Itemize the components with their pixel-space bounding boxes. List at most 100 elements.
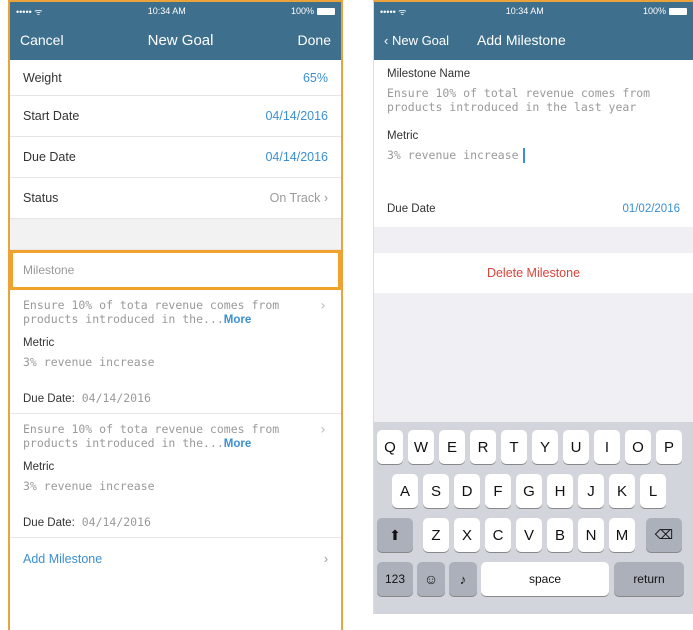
due-date-row[interactable]: Due Date 04/14/2016	[10, 137, 341, 178]
metric-label: Metric	[387, 130, 419, 142]
milestone-description: Ensure 10% of tota revenue comes from pr…	[23, 298, 283, 327]
backspace-key[interactable]: ⌫	[646, 518, 682, 552]
back-button[interactable]: ‹ New Goal	[384, 33, 449, 48]
numbers-key[interactable]: 123	[377, 562, 413, 596]
metric-field-text: 3% revenue increase	[387, 148, 519, 162]
milestone-card[interactable]: › Ensure 10% of tota revenue comes from …	[10, 290, 341, 414]
start-date-value: 04/14/2016	[265, 109, 328, 123]
done-button[interactable]: Done	[298, 32, 331, 48]
status-bar: ••••• ᯤ 10:34 AM 100%	[10, 2, 341, 20]
due-value: 04/14/2016	[81, 391, 151, 405]
milestone-card[interactable]: › Ensure 10% of tota revenue comes from …	[10, 414, 341, 538]
cancel-button[interactable]: Cancel	[20, 32, 64, 48]
weight-row[interactable]: Weight 65%	[10, 60, 341, 96]
key-p[interactable]: P	[656, 430, 682, 464]
due-date-row[interactable]: Due Date 01/02/2016	[387, 193, 680, 227]
due-label: Due Date:	[23, 393, 75, 405]
start-date-row[interactable]: Start Date 04/14/2016	[10, 96, 341, 137]
milestone-form: Milestone Name Ensure 10% of total reven…	[374, 60, 693, 227]
section-gap	[10, 219, 341, 250]
battery-icon	[316, 8, 335, 16]
text-cursor	[522, 148, 525, 163]
battery-text: 100%	[642, 6, 666, 16]
key-n[interactable]: N	[578, 518, 604, 552]
key-c[interactable]: C	[485, 518, 511, 552]
header: ••••• ᯤ 10:34 AM 100% ‹ New Goal Add Mil…	[374, 2, 693, 60]
add-milestone-row[interactable]: Add Milestone ›	[10, 538, 341, 579]
shift-key[interactable]: ⬆	[377, 518, 413, 552]
due-date-label: Due Date	[387, 203, 436, 215]
key-o[interactable]: O	[625, 430, 651, 464]
key-d[interactable]: D	[454, 474, 480, 508]
nav-bar: Cancel New Goal Done	[10, 20, 341, 60]
key-z[interactable]: Z	[423, 518, 449, 552]
key-f[interactable]: F	[485, 474, 511, 508]
metric-label: Metric	[23, 337, 55, 349]
key-e[interactable]: E	[439, 430, 465, 464]
key-r[interactable]: R	[470, 430, 496, 464]
key-s[interactable]: S	[423, 474, 449, 508]
status-time: 10:34 AM	[147, 6, 186, 16]
emoji-key[interactable]: ☺	[417, 562, 445, 596]
milestone-label: Milestone	[23, 263, 75, 277]
key-i[interactable]: I	[594, 430, 620, 464]
milestone-name-label: Milestone Name	[387, 68, 471, 80]
key-y[interactable]: Y	[532, 430, 558, 464]
backspace-icon: ⌫	[654, 527, 674, 542]
start-date-label: Start Date	[23, 109, 80, 123]
milestone-description: Ensure 10% of tota revenue comes from pr…	[23, 422, 283, 451]
key-a[interactable]: A	[392, 474, 418, 508]
metric-value: 3% revenue increase	[23, 355, 155, 369]
key-t[interactable]: T	[501, 430, 527, 464]
metric-label: Metric	[23, 461, 55, 473]
battery-indicator: 100%	[643, 6, 687, 16]
metric-field[interactable]: 3% revenue increase	[387, 148, 680, 163]
milestone-name-field[interactable]: Ensure 10% of total revenue comes from p…	[387, 86, 677, 114]
keyboard: Q W E R T Y U I O P A S D F G H J K L ⬆ …	[374, 422, 693, 614]
key-x[interactable]: X	[454, 518, 480, 552]
milestone-section-header: Milestone	[10, 250, 341, 290]
chevron-right-icon: ›	[323, 551, 328, 566]
status-time: 10:34 AM	[505, 6, 544, 16]
page-title: New Goal	[147, 31, 214, 49]
delete-milestone-button[interactable]: Delete Milestone	[374, 253, 693, 293]
key-j[interactable]: J	[578, 474, 604, 508]
emoji-icon: ☺	[423, 571, 439, 587]
key-b[interactable]: B	[547, 518, 573, 552]
add-milestone-button[interactable]: Add Milestone	[23, 552, 102, 566]
return-key[interactable]: return	[614, 562, 684, 596]
more-link[interactable]: More	[224, 438, 251, 450]
key-m[interactable]: M	[609, 518, 635, 552]
key-g[interactable]: G	[516, 474, 542, 508]
battery-text: 100%	[290, 6, 314, 16]
new-goal-screen: ••••• ᯤ 10:34 AM 100% Cancel New Goal Do…	[8, 0, 343, 630]
key-l[interactable]: L	[640, 474, 666, 508]
due-date-value: 01/02/2016	[622, 203, 680, 215]
chevron-right-icon: ›	[318, 298, 327, 314]
space-key[interactable]: space	[481, 562, 609, 596]
status-label: Status	[23, 191, 59, 205]
weight-label: Weight	[23, 70, 62, 85]
header: ••••• ᯤ 10:34 AM 100% Cancel New Goal Do…	[10, 2, 341, 60]
key-h[interactable]: H	[547, 474, 573, 508]
key-q[interactable]: Q	[377, 430, 403, 464]
key-k[interactable]: K	[609, 474, 635, 508]
chevron-right-icon: ›	[323, 191, 328, 205]
keyboard-row-3: ⬆ Z X C V B N M ⌫	[374, 518, 693, 554]
due-label: Due Date:	[23, 517, 75, 529]
shift-icon: ⬆	[389, 526, 401, 543]
key-w[interactable]: W	[408, 430, 434, 464]
key-u[interactable]: U	[563, 430, 589, 464]
page-title: Add Milestone	[477, 32, 566, 48]
status-text: On Track	[269, 191, 321, 205]
key-v[interactable]: V	[516, 518, 542, 552]
milestone-due: Due Date: 04/14/2016	[23, 391, 328, 405]
carrier-signal: ••••• ᯤ	[16, 6, 43, 17]
weight-value: 65%	[302, 70, 328, 85]
battery-indicator: 100%	[291, 6, 335, 16]
status-row[interactable]: Status On Track ›	[10, 178, 341, 219]
microphone-key[interactable]: ♪	[449, 562, 477, 596]
more-link[interactable]: More	[224, 314, 251, 326]
carrier-signal: ••••• ᯤ	[380, 6, 407, 17]
